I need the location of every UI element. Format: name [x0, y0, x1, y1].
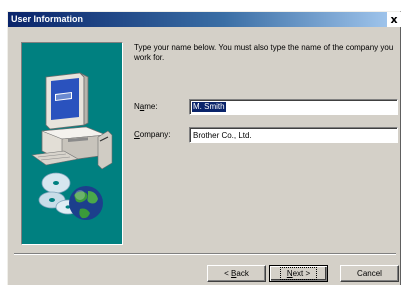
- wizard-illustration-art: [31, 72, 113, 220]
- next-button[interactable]: Next >: [269, 265, 328, 282]
- company-label: Company:: [134, 130, 171, 139]
- wizard-illustration: [21, 42, 123, 245]
- title-bar[interactable]: User Information x: [8, 12, 401, 27]
- user-information-dialog: User Information x Type your name below.…: [7, 11, 401, 285]
- instructions-text: Type your name below. You must also type…: [134, 43, 394, 62]
- button-separator-highlight: [14, 254, 396, 255]
- globe-icon: [69, 186, 103, 220]
- back-button[interactable]: < Back: [207, 265, 266, 282]
- computer-icon: [31, 72, 113, 170]
- name-field[interactable]: M. Smith: [189, 99, 398, 115]
- name-label: Name:: [134, 102, 158, 111]
- next-button-focus-ring: Next >: [279, 267, 318, 280]
- window-title: User Information: [11, 14, 84, 24]
- close-button[interactable]: x: [387, 12, 401, 27]
- name-input-selected-text[interactable]: M. Smith: [192, 102, 226, 112]
- company-input[interactable]: [192, 129, 394, 141]
- company-field[interactable]: [189, 127, 398, 143]
- cancel-button[interactable]: Cancel: [340, 265, 399, 282]
